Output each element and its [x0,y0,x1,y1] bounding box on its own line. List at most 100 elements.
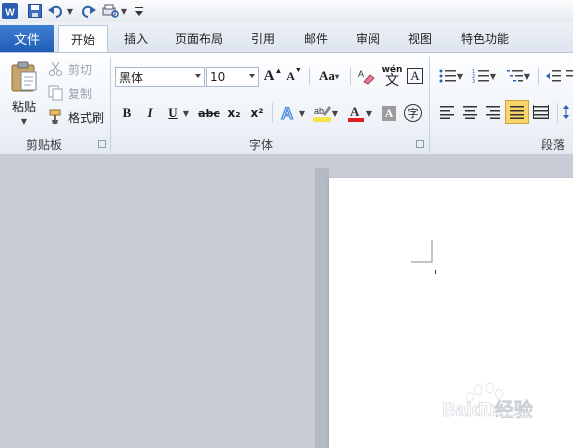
chevron-down-icon: ▾ [334,71,339,81]
paragraph-group-label: 段落 [541,138,566,152]
highlight-color-button[interactable]: ab ▼ [310,101,340,125]
clear-formatting-button[interactable]: A [356,65,376,87]
underline-button[interactable]: U [164,103,182,123]
clipboard-group-label: 剪贴板 [26,138,63,152]
font-size-value: 10 [210,70,226,84]
print-dropdown-icon[interactable]: ▼ [120,3,128,19]
tab-features[interactable]: 特色功能 [452,25,518,52]
cut-label: 剪切 [68,62,93,77]
tab-review[interactable]: 审阅 [344,25,392,52]
paste-button[interactable]: 粘贴 ▼ [6,57,42,129]
justify-button[interactable] [505,100,529,124]
paste-dropdown-icon[interactable]: ▼ [21,117,27,126]
line-spacing-icon [563,105,569,119]
watermark-url: jingyan.baidu.com [482,410,556,419]
subscript-button[interactable]: x₂ [224,103,244,123]
tab-mailings[interactable]: 邮件 [292,25,340,52]
undo-icon[interactable] [48,3,64,19]
font-group-label: 字体 [249,138,274,152]
scissors-icon [49,61,62,76]
tab-references[interactable]: 引用 [240,25,286,52]
align-left-icon [440,106,454,119]
tab-insert[interactable]: 插入 [112,25,160,52]
distributed-icon [533,105,549,119]
numbering-button[interactable]: 1 2 3 ▼ [470,66,498,86]
svg-text:A: A [358,69,364,79]
phonetic-guide-button[interactable]: wén 文 [380,63,404,89]
page-left-margin-shadow [315,168,329,448]
paintbrush-icon [49,109,61,124]
ribbon-tab-strip: 文件 开始 插入 页面布局 引用 邮件 审阅 视图 特色功能 [0,22,573,52]
tab-view[interactable]: 视图 [396,25,444,52]
divider [538,67,539,85]
align-center-button[interactable] [460,101,480,123]
character-border-button[interactable]: A [406,66,424,86]
increase-indent-button[interactable] [565,66,573,86]
change-case-button[interactable]: Aa ▾ [314,66,344,86]
bullets-button[interactable]: ▼ [437,66,465,86]
divider [350,67,351,85]
align-right-icon [486,106,500,119]
justify-icon [510,106,524,119]
group-separator [110,57,111,153]
svg-text:3: 3 [472,79,475,84]
save-icon[interactable] [27,3,43,19]
shrink-font-button[interactable]: A ▼ [285,66,303,86]
character-shading-label: A [381,105,397,121]
quick-access-toolbar: W ▼ ▼ [0,0,573,23]
word-app-icon[interactable]: W [2,3,18,19]
chevron-down-icon [195,74,201,78]
decrease-indent-button[interactable] [543,66,563,86]
chevron-down-icon [249,74,255,78]
undo-dropdown-icon[interactable]: ▼ [66,3,74,19]
text-effects-button[interactable]: A ▼ [278,101,306,125]
font-size-select[interactable]: 10 [206,67,259,87]
redo-icon[interactable] [80,3,96,19]
align-right-button[interactable] [483,101,503,123]
font-color-button[interactable]: A ▼ [344,101,374,125]
svg-text:A: A [350,104,360,119]
tab-home[interactable]: 开始 [58,25,108,52]
ribbon-home: 粘贴 ▼ 剪切 复制 格式刷 剪贴板 黑体 10 A ▲ A ▼ Aa ▾ A wén… [0,52,573,156]
text-cursor-mark [435,270,436,274]
customize-qat-icon[interactable] [134,3,144,19]
bold-button[interactable]: B [118,103,136,123]
copy-button[interactable]: 复制 [48,83,106,103]
bulleted-list-icon [439,69,456,83]
clipboard-dialog-launcher[interactable] [98,140,106,148]
tab-file[interactable]: 文件 [0,25,54,52]
strikethrough-button[interactable]: abc [197,103,221,123]
italic-button[interactable]: I [141,103,159,123]
multilevel-list-button[interactable]: ▼ [503,66,533,86]
copy-label: 复制 [68,86,93,101]
underline-dropdown-icon[interactable]: ▼ [182,103,190,123]
highlighter-icon: ab [312,106,331,122]
align-left-button[interactable] [437,101,457,123]
increase-indent-icon [566,70,573,77]
margin-corner-marker [411,240,433,263]
copy-icon [48,85,63,101]
svg-text:A: A [281,104,293,123]
decrease-indent-icon [546,70,561,82]
divider [309,67,310,85]
superscript-button[interactable]: x² [247,103,267,123]
multilevel-list-icon [506,70,523,82]
grow-font-button[interactable]: A ▲ [264,66,283,86]
distributed-button[interactable] [531,101,551,123]
font-name-select[interactable]: 黑体 [115,67,205,87]
line-spacing-button[interactable] [563,101,573,123]
svg-text:W: W [5,8,15,19]
cut-button[interactable]: 剪切 [48,59,106,79]
format-painter-button[interactable]: 格式刷 [48,107,106,127]
enclose-characters-button[interactable]: 字 [402,102,424,124]
tab-page-layout[interactable]: 页面布局 [166,25,232,52]
font-name-value: 黑体 [119,70,144,85]
font-dialog-launcher[interactable] [416,140,424,148]
align-center-icon [463,106,477,119]
print-preview-icon[interactable] [102,3,120,19]
phonetic-guide-char: 文 [385,73,399,89]
character-shading-button[interactable]: A [379,103,399,123]
divider [272,103,273,123]
baidu-watermark: Baidu经验 jingyan.baidu.com [438,382,573,422]
numbered-list-icon: 123 [472,69,489,84]
